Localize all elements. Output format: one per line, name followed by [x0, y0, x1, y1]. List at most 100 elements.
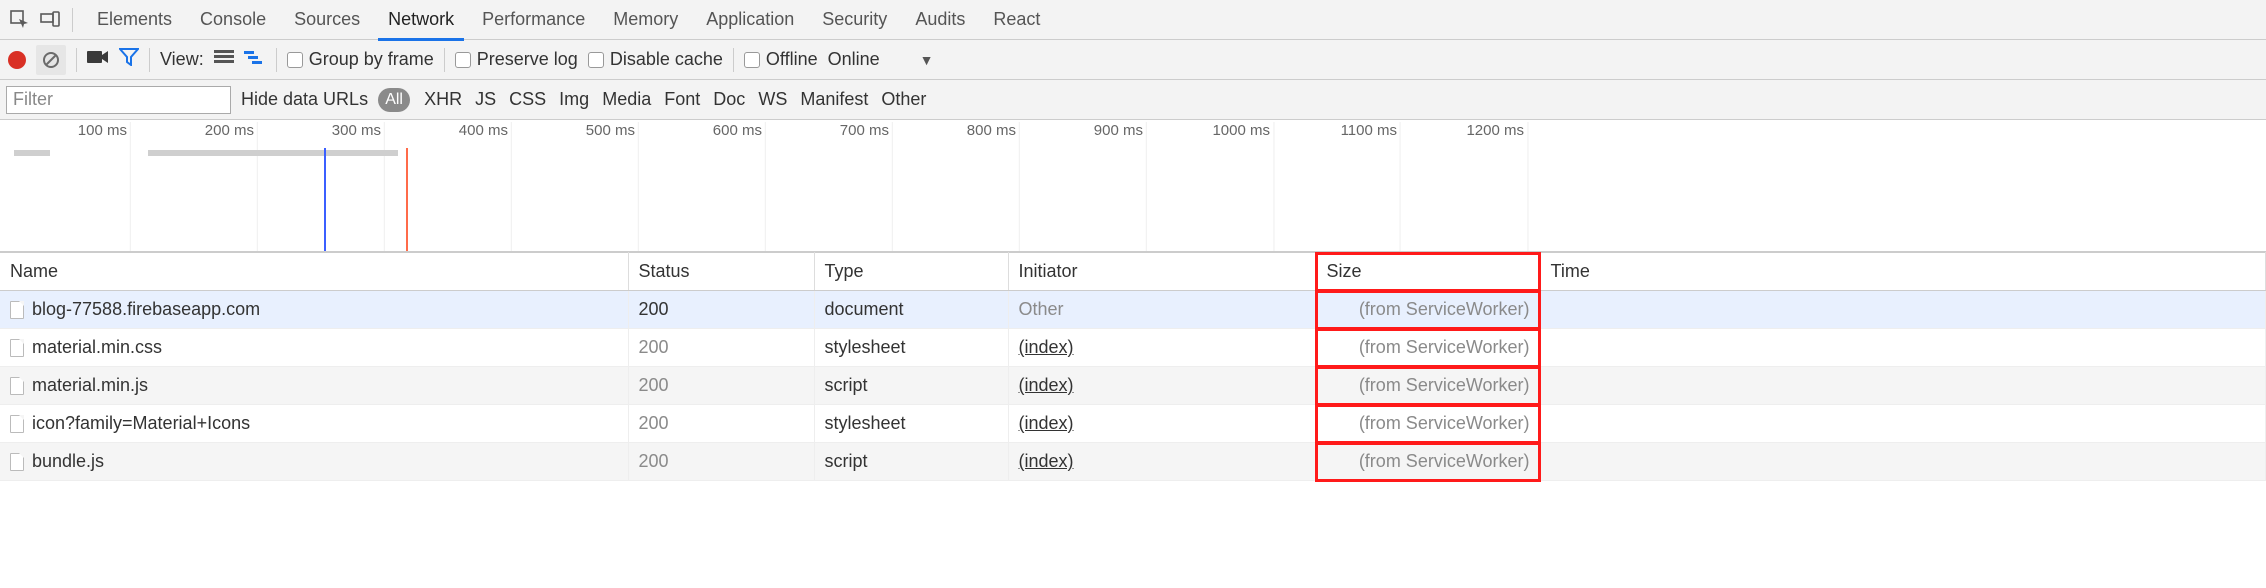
- separator: [733, 48, 734, 72]
- request-name: bundle.js: [32, 451, 104, 472]
- file-icon: [10, 339, 24, 357]
- request-time: [1540, 367, 2266, 405]
- clear-button[interactable]: [36, 45, 66, 75]
- separator: [444, 48, 445, 72]
- request-name: blog-77588.firebaseapp.com: [32, 299, 260, 320]
- device-toolbar-icon[interactable]: [36, 6, 64, 34]
- tab-network[interactable]: Network: [374, 0, 468, 40]
- col-size[interactable]: Size: [1316, 253, 1540, 291]
- filter-type-ws[interactable]: WS: [754, 89, 791, 109]
- record-button[interactable]: [8, 51, 26, 69]
- timeline-tick: 200 ms: [205, 122, 254, 139]
- filter-type-media[interactable]: Media: [598, 89, 655, 109]
- tab-performance[interactable]: Performance: [468, 0, 599, 40]
- request-time: [1540, 443, 2266, 481]
- filter-type-all[interactable]: All: [378, 88, 410, 112]
- timeline-bar: [148, 150, 398, 156]
- request-time: [1540, 405, 2266, 443]
- filter-row: Hide data URLs All XHR JS CSS Img Media …: [0, 80, 2266, 120]
- request-initiator[interactable]: (index): [1008, 443, 1316, 481]
- request-status: 200: [628, 367, 814, 405]
- table-row[interactable]: icon?family=Material+Icons200stylesheet(…: [0, 405, 2266, 443]
- request-type: stylesheet: [814, 405, 1008, 443]
- file-icon: [10, 301, 24, 319]
- request-name: material.min.js: [32, 375, 148, 396]
- col-init[interactable]: Initiator: [1008, 253, 1316, 291]
- network-toolbar: View: Group by frame Preserve log Disabl…: [0, 40, 2266, 80]
- separator: [72, 8, 73, 32]
- filter-type-doc[interactable]: Doc: [709, 89, 749, 109]
- filter-type-xhr[interactable]: XHR: [420, 89, 466, 109]
- filter-input[interactable]: [6, 86, 231, 114]
- separator: [276, 48, 277, 72]
- request-size: (from ServiceWorker): [1316, 405, 1540, 443]
- request-size: (from ServiceWorker): [1316, 443, 1540, 481]
- timeline-tick: 1000 ms: [1212, 122, 1270, 139]
- file-icon: [10, 415, 24, 433]
- disable-cache-checkbox[interactable]: Disable cache: [588, 49, 723, 70]
- table-row[interactable]: blog-77588.firebaseapp.com200documentOth…: [0, 291, 2266, 329]
- view-label: View:: [160, 49, 204, 70]
- request-name: material.min.css: [32, 337, 162, 358]
- timeline-tick: 1100 ms: [1341, 122, 1397, 139]
- tab-sources[interactable]: Sources: [280, 0, 374, 40]
- table-row[interactable]: material.min.css200stylesheet(index)(fro…: [0, 329, 2266, 367]
- preserve-log-checkbox[interactable]: Preserve log: [455, 49, 578, 70]
- request-size: (from ServiceWorker): [1316, 367, 1540, 405]
- request-initiator[interactable]: (index): [1008, 329, 1316, 367]
- request-status: 200: [628, 291, 814, 329]
- col-type[interactable]: Type: [814, 253, 1008, 291]
- dropdown-arrow-icon[interactable]: ▼: [920, 52, 934, 68]
- tab-console[interactable]: Console: [186, 0, 280, 40]
- timeline-tick: 600 ms: [713, 122, 762, 139]
- timeline-tick: 500 ms: [586, 122, 635, 139]
- waterfall-icon[interactable]: [244, 49, 266, 70]
- request-name: icon?family=Material+Icons: [32, 413, 250, 434]
- large-rows-icon[interactable]: [214, 49, 234, 70]
- inspect-element-icon[interactable]: [6, 6, 34, 34]
- file-icon: [10, 377, 24, 395]
- tab-react[interactable]: React: [979, 0, 1054, 40]
- tab-memory[interactable]: Memory: [599, 0, 692, 40]
- request-type: script: [814, 367, 1008, 405]
- request-time: [1540, 291, 2266, 329]
- filter-type-other[interactable]: Other: [877, 89, 930, 109]
- timeline-overview[interactable]: 100 ms200 ms300 ms400 ms500 ms600 ms700 …: [0, 120, 2266, 252]
- devtools-tabstrip: ElementsConsoleSourcesNetworkPerformance…: [0, 0, 2266, 40]
- timeline-bar: [14, 150, 50, 156]
- filter-type-js[interactable]: JS: [471, 89, 500, 109]
- filter-type-img[interactable]: Img: [555, 89, 593, 109]
- filter-type-css[interactable]: CSS: [505, 89, 550, 109]
- load-line: [406, 148, 408, 251]
- timeline-tick: 1200 ms: [1466, 122, 1524, 139]
- request-status: 200: [628, 443, 814, 481]
- throttling-select[interactable]: Online: [828, 49, 880, 70]
- filter-icon[interactable]: [119, 48, 139, 71]
- tab-elements[interactable]: Elements: [83, 0, 186, 40]
- tab-audits[interactable]: Audits: [901, 0, 979, 40]
- request-initiator[interactable]: (index): [1008, 367, 1316, 405]
- tab-security[interactable]: Security: [808, 0, 901, 40]
- network-table: Name Status Type Initiator Size Time blo…: [0, 252, 2266, 481]
- col-name[interactable]: Name: [0, 253, 628, 291]
- request-size: (from ServiceWorker): [1316, 291, 1540, 329]
- filter-type-font[interactable]: Font: [660, 89, 704, 109]
- camera-icon[interactable]: [87, 49, 109, 70]
- table-row[interactable]: bundle.js 200script(index)(from ServiceWo…: [0, 443, 2266, 481]
- group-by-frame-checkbox[interactable]: Group by frame: [287, 49, 434, 70]
- request-initiator[interactable]: (index): [1008, 405, 1316, 443]
- request-status: 200: [628, 329, 814, 367]
- domcontentloaded-line: [324, 148, 326, 251]
- tab-application[interactable]: Application: [692, 0, 808, 40]
- col-status[interactable]: Status: [628, 253, 814, 291]
- table-row[interactable]: material.min.js 200script(index)(from Ser…: [0, 367, 2266, 405]
- hide-data-urls-checkbox[interactable]: Hide data URLs: [241, 89, 368, 110]
- timeline-tick: 100 ms: [78, 122, 127, 139]
- request-type: script: [814, 443, 1008, 481]
- request-type: stylesheet: [814, 329, 1008, 367]
- filter-type-manifest[interactable]: Manifest: [796, 89, 872, 109]
- col-time[interactable]: Time: [1540, 253, 2266, 291]
- offline-checkbox[interactable]: Offline: [744, 49, 818, 70]
- request-status: 200: [628, 405, 814, 443]
- timeline-tick: 300 ms: [332, 122, 381, 139]
